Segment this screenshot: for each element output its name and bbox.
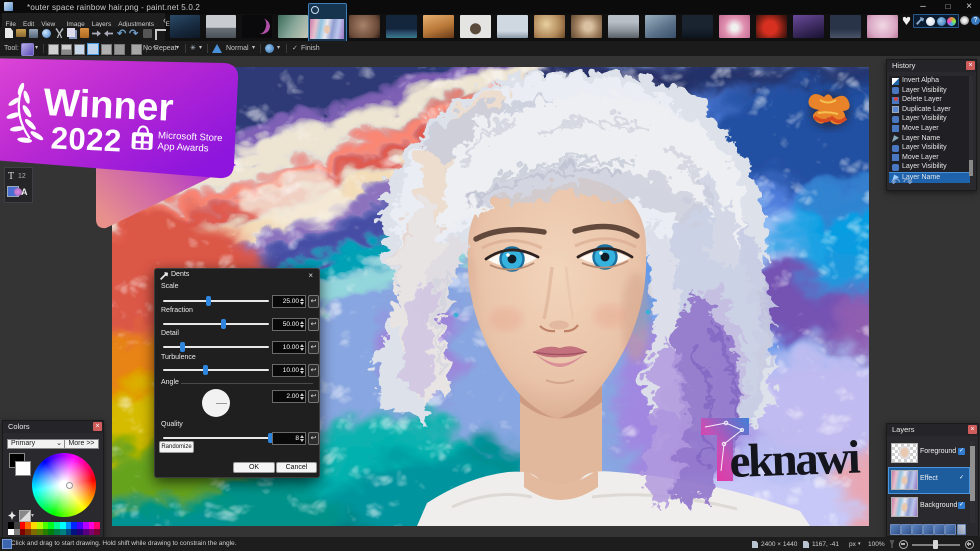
svg-text:2022: 2022 [50,120,122,158]
svg-text:eknawi: eknawi [729,431,862,488]
svg-text:App Awards: App Awards [157,141,209,154]
